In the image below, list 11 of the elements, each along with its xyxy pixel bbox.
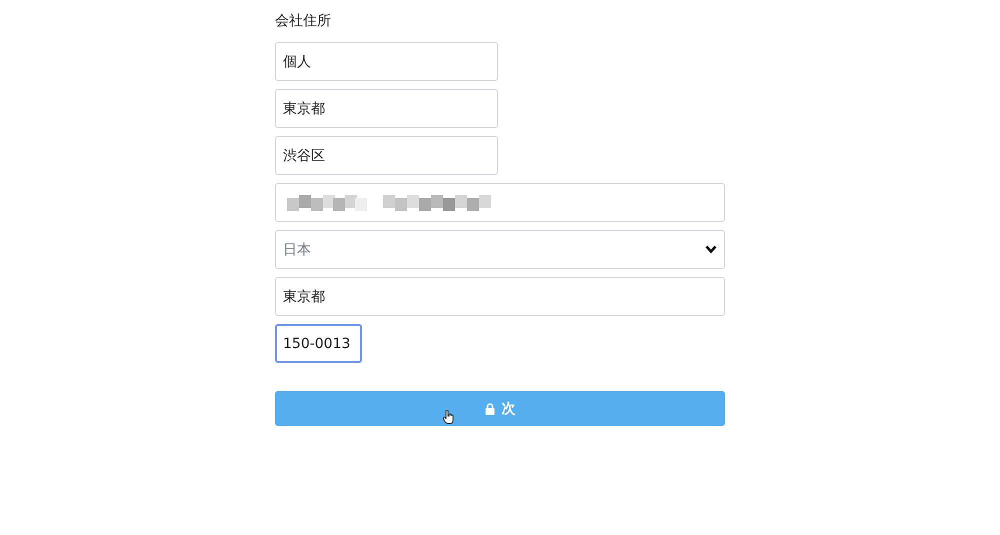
country-select[interactable]: 日本 [275, 230, 725, 269]
chevron-down-icon [705, 245, 717, 254]
section-label: 会社住所 [275, 12, 331, 30]
text-field[interactable]: 東京都 [275, 277, 725, 316]
hand-cursor-icon [443, 410, 455, 424]
text-field[interactable]: 渋谷区 [275, 136, 498, 175]
text-field[interactable]: 150-0013 [275, 324, 362, 363]
text-field[interactable]: 東京都 [275, 89, 498, 128]
text-field[interactable]: 個人 [275, 42, 498, 81]
lock-icon [484, 402, 494, 414]
text-field[interactable] [275, 183, 725, 222]
